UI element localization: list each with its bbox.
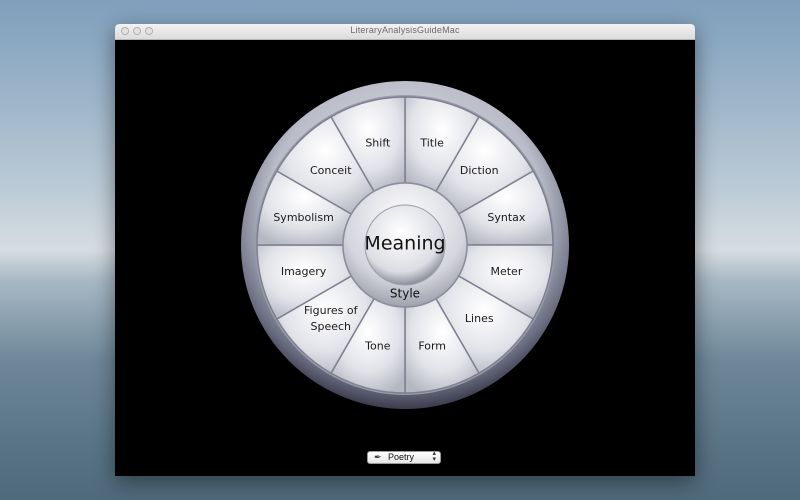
genre-popup-value: Poetry: [388, 452, 415, 462]
main-content: Title Diction Syntax Meter Lines Form Tone Figu…: [115, 40, 695, 476]
style-label: Style: [390, 287, 420, 301]
quill-icon: ✒: [374, 452, 382, 462]
literary-wheel: TitleDictionSyntaxMeterLinesFormToneFigu…: [241, 81, 569, 409]
app-window: LiteraryAnalysisGuideMac Title Diction S…: [115, 24, 695, 476]
genre-popup-button[interactable]: ✒ Poetry ▴ ▾: [367, 450, 441, 464]
window-title: LiteraryAnalysisGuideMac: [350, 25, 460, 35]
meaning-label: Meaning: [364, 233, 445, 255]
title-bar[interactable]: LiteraryAnalysisGuideMac: [115, 24, 695, 40]
updown-arrows-icon: ▴ ▾: [432, 450, 436, 463]
